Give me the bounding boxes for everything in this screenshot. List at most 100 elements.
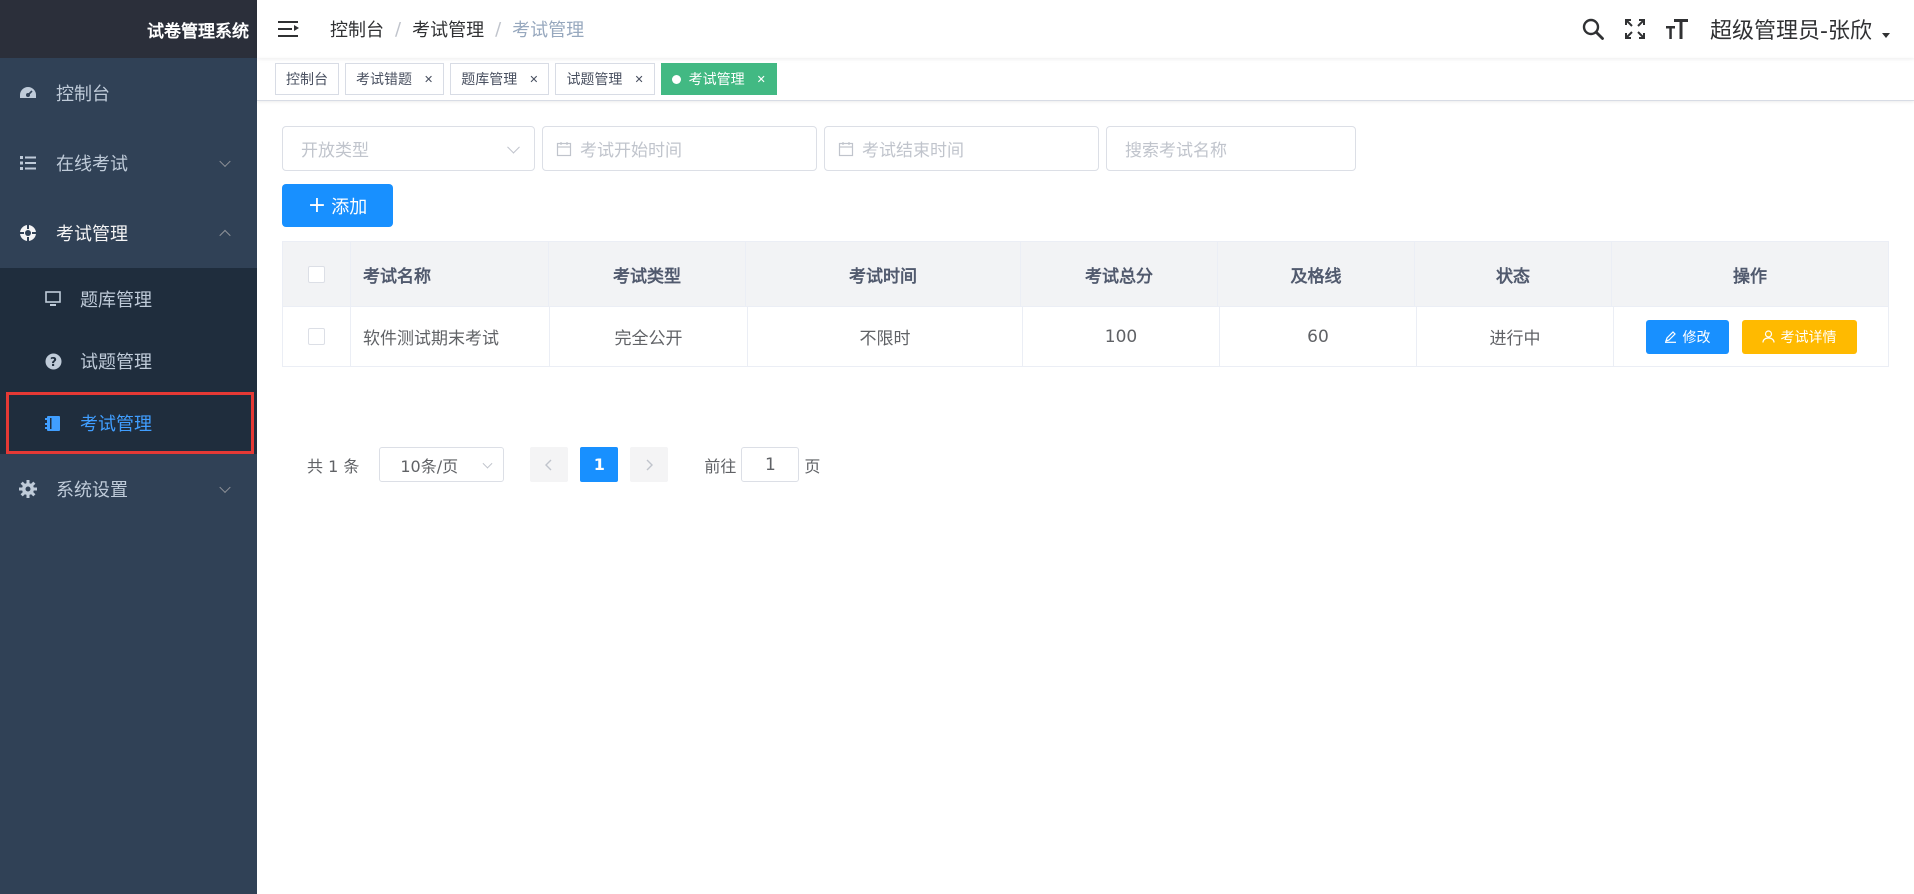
tag-question-management[interactable]: 试题管理 ✕: [555, 63, 655, 95]
exam-submenu: 题库管理 ? 试题管理 考试管理: [0, 268, 257, 454]
end-time-picker[interactable]: 考试结束时间: [824, 126, 1099, 171]
close-icon[interactable]: ✕: [529, 73, 538, 86]
goto-prefix: 前往: [704, 456, 737, 476]
chevron-down-icon: [507, 140, 520, 154]
cell-exam-time: 不限时: [748, 307, 1023, 366]
exam-icon: [18, 223, 38, 243]
sidebar-item-label: 在线考试: [56, 154, 128, 175]
column-header: 考试名称: [351, 242, 549, 306]
book-icon: [44, 414, 62, 432]
sidebar-item-exam-management[interactable]: 考试管理: [0, 198, 257, 268]
top-navbar: 控制台 / 考试管理 / 考试管理 超级管理员-张欣: [257, 0, 1914, 58]
search-icon[interactable]: [1580, 16, 1606, 42]
search-input[interactable]: 搜索考试名称: [1106, 126, 1356, 171]
tag-label: 考试管理: [688, 72, 745, 88]
start-time-picker[interactable]: 考试开始时间: [542, 126, 817, 171]
calendar-icon: [556, 141, 572, 156]
gear-icon: [18, 479, 38, 499]
row-checkbox[interactable]: [308, 328, 325, 345]
column-header: 考试时间: [746, 242, 1021, 306]
page-size-select[interactable]: 10条/页: [379, 447, 505, 482]
column-header: 考试总分: [1021, 242, 1218, 306]
prev-page-button[interactable]: [530, 447, 569, 482]
select-all-checkbox[interactable]: [308, 265, 325, 283]
close-icon[interactable]: ✕: [634, 73, 643, 86]
chevron-right-icon: [646, 459, 654, 470]
goto-page-input[interactable]: 1: [741, 447, 800, 482]
tag-label: 题库管理: [461, 72, 518, 88]
exam-detail-button[interactable]: 考试详情: [1741, 319, 1857, 354]
breadcrumb-item[interactable]: 考试管理: [412, 16, 484, 42]
sidebar-item-system-settings[interactable]: 系统设置: [0, 454, 257, 524]
sidebar-subitem-label: 考试管理: [80, 414, 152, 435]
tag-dashboard[interactable]: 控制台: [275, 63, 339, 95]
page-size-value: 10条/页: [400, 456, 459, 476]
table-header: 考试名称 考试类型 考试时间 考试总分 及格线 状态 操作: [283, 242, 1888, 306]
app-logo-title: 试卷管理系统: [0, 0, 257, 58]
breadcrumb-item[interactable]: 控制台: [330, 16, 384, 42]
column-header: 及格线: [1218, 242, 1415, 306]
sidebar-item-label: 系统设置: [56, 480, 128, 501]
sidebar-item-label: 控制台: [56, 84, 110, 105]
page-number-current[interactable]: 1: [580, 447, 619, 482]
user-icon: [1761, 330, 1775, 343]
tag-exam-management[interactable]: 考试管理 ✕: [660, 63, 777, 95]
cell-exam-name: 软件测试期末考试: [351, 307, 550, 366]
chevron-down-icon: [219, 481, 231, 494]
cell-exam-type: 完全公开: [550, 307, 748, 366]
breadcrumb-separator: /: [395, 18, 402, 40]
total-count: 共 1 条: [307, 456, 360, 476]
sidebar-item-dashboard[interactable]: 控制台: [0, 58, 257, 128]
tag-label: 试题管理: [566, 72, 623, 88]
sidebar-subitem-exam-management[interactable]: 考试管理: [6, 392, 254, 454]
sidebar-subitem-label: 题库管理: [80, 290, 152, 311]
sidebar-subitem-question-management[interactable]: ? 试题管理: [0, 330, 257, 392]
header-actions: 超级管理员-张欣: [1564, 0, 1890, 58]
exam-detail-button-label: 考试详情: [1780, 329, 1837, 346]
cell-total-score: 100: [1023, 307, 1220, 366]
breadcrumb-current: 考试管理: [512, 20, 585, 41]
active-dot-icon: [671, 74, 681, 84]
tag-label: 控制台: [286, 72, 328, 88]
table-row: 软件测试期末考试 完全公开 不限时 100 60 进行中 修改 考试详情: [283, 306, 1888, 366]
close-icon[interactable]: ✕: [757, 73, 766, 86]
question-icon: ?: [44, 352, 62, 370]
goto-suffix: 页: [804, 456, 821, 476]
chevron-left-icon: [545, 459, 552, 470]
close-icon[interactable]: ✕: [424, 73, 433, 86]
next-page-button[interactable]: [630, 447, 669, 482]
start-time-placeholder: 考试开始时间: [580, 141, 682, 161]
list-icon: [18, 153, 38, 173]
plus-icon: +: [307, 192, 327, 218]
tag-question-bank[interactable]: 题库管理 ✕: [450, 63, 550, 95]
calendar-icon: [838, 141, 854, 156]
breadcrumb-separator: /: [495, 18, 502, 40]
hamburger-icon[interactable]: [278, 20, 300, 38]
header-checkbox-cell: [283, 242, 351, 306]
tag-exam-mistakes[interactable]: 考试错题 ✕: [345, 63, 445, 95]
sidebar-item-label: 考试管理: [56, 224, 128, 245]
column-header: 状态: [1415, 242, 1612, 306]
chevron-up-icon: [219, 229, 231, 242]
add-button[interactable]: + 添加: [282, 184, 393, 227]
cell-actions: 修改 考试详情: [1614, 307, 1888, 366]
type-select[interactable]: 开放类型: [282, 126, 535, 171]
fullscreen-icon[interactable]: [1622, 16, 1648, 42]
edit-button-label: 修改: [1682, 329, 1711, 346]
exam-table: 考试名称 考试类型 考试时间 考试总分 及格线 状态 操作 软件测试期末考试 完…: [282, 241, 1889, 367]
user-name: 超级管理员-张欣: [1710, 19, 1872, 44]
cell-status: 进行中: [1417, 307, 1614, 366]
monitor-icon: [44, 290, 62, 308]
sidebar-subitem-question-bank[interactable]: 题库管理: [0, 268, 257, 330]
user-dropdown[interactable]: 超级管理员-张欣: [1710, 13, 1890, 45]
tag-label: 考试错题: [356, 72, 412, 88]
add-button-label: 添加: [331, 196, 368, 218]
sidebar-subitem-label: 试题管理: [80, 352, 152, 373]
chevron-down-icon: [482, 458, 493, 469]
filter-bar: 开放类型 考试开始时间 考试结束时间 搜索考试名称: [282, 126, 1363, 171]
font-size-icon[interactable]: [1664, 16, 1690, 42]
edit-button[interactable]: 修改: [1645, 319, 1729, 354]
sidebar-item-online-exam[interactable]: 在线考试: [0, 128, 257, 198]
sidebar: 试卷管理系统 控制台 在线考试 考试管理 题库管理 ? 试题管理 考试管理 系统…: [0, 0, 257, 894]
chevron-down-icon: [219, 155, 231, 168]
